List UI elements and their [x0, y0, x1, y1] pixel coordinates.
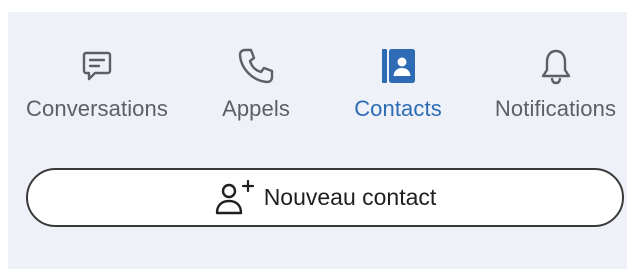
- add-person-icon: [214, 178, 254, 218]
- contact-book-icon: [378, 46, 418, 86]
- tab-label: Contacts: [354, 96, 442, 121]
- chat-icon: [77, 46, 117, 86]
- tab-bar: Conversations Appels Contacts Notificati…: [8, 12, 627, 162]
- phone-icon: [236, 46, 276, 86]
- new-contact-label: Nouveau contact: [263, 184, 437, 210]
- tab-label: Appels: [222, 96, 290, 121]
- tab-appels[interactable]: Appels: [206, 46, 306, 136]
- app-panel: Conversations Appels Contacts Notificati…: [8, 12, 627, 269]
- tab-label: Conversations: [26, 96, 168, 121]
- bell-icon: [536, 46, 576, 86]
- tab-notifications[interactable]: Notifications: [484, 46, 627, 136]
- tab-conversations[interactable]: Conversations: [12, 46, 182, 136]
- tab-contacts[interactable]: Contacts: [346, 46, 450, 136]
- tab-label: Notifications: [494, 96, 617, 121]
- new-contact-button[interactable]: Nouveau contact: [26, 168, 624, 227]
